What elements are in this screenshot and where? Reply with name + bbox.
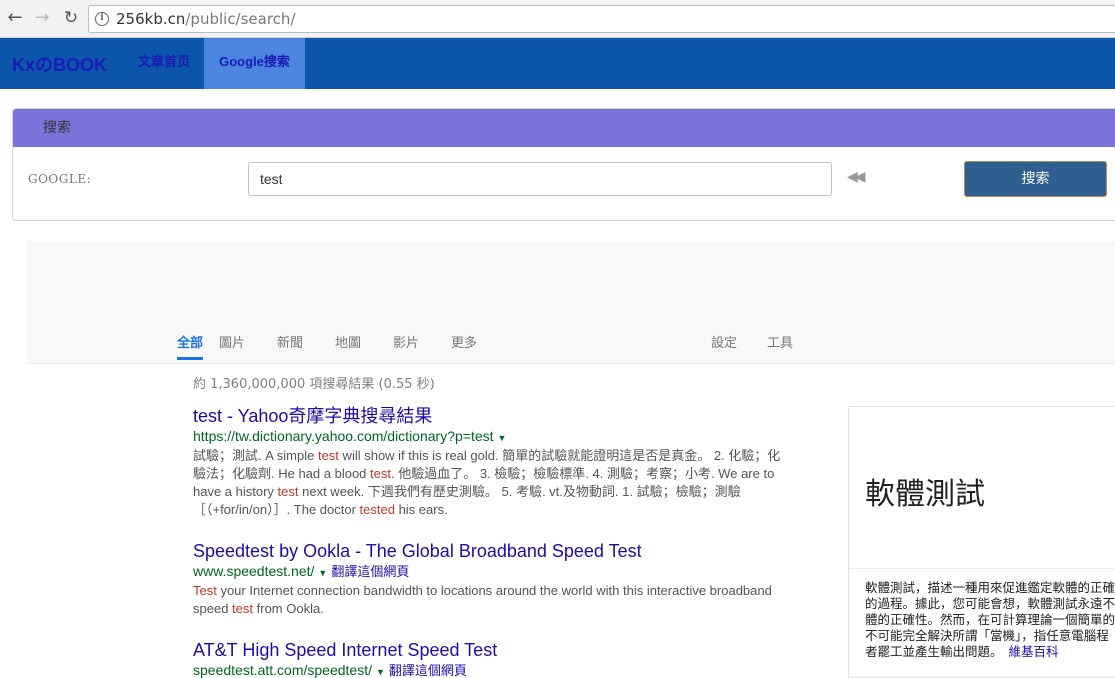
snippet-text: have a history bbox=[193, 484, 278, 499]
wikipedia-link[interactable]: 維基百科 bbox=[1009, 644, 1059, 659]
search-panel: 搜索 GOOGLE: ◀◀ 搜索 bbox=[12, 108, 1115, 221]
info-icon[interactable]: i bbox=[95, 12, 109, 26]
snippet-text: 試驗；測試. A simple bbox=[193, 448, 318, 463]
tab-tools[interactable]: 工具 bbox=[767, 332, 793, 351]
google-label: GOOGLE: bbox=[28, 172, 92, 186]
google-results-frame: 全部 圖片 新聞 地圖 影片 更多 設定 工具 約 1,360,000,000 … bbox=[27, 241, 1115, 678]
nav-link-home[interactable]: 文章首页 bbox=[128, 38, 200, 89]
result-snippet: Test your Internet connection bandwidth … bbox=[193, 582, 788, 618]
search-button[interactable]: 搜索 bbox=[964, 161, 1107, 197]
description-line: 的過程。據此，您可能會想，軟體測試永遠不 bbox=[865, 596, 1115, 611]
url-text: 256kb.cn/public/search/ bbox=[116, 10, 296, 28]
back-arrow-icon[interactable]: ← bbox=[5, 8, 25, 28]
search-result: Speedtest by Ookla - The Global Broadban… bbox=[193, 540, 788, 618]
snippet-line: 試驗；測試. A simple test will show if this i… bbox=[193, 447, 788, 465]
address-bar[interactable]: i 256kb.cn/public/search/ bbox=[88, 5, 1115, 33]
result-title-link[interactable]: Speedtest by Ookla - The Global Broadban… bbox=[193, 540, 788, 562]
result-url-text[interactable]: speedtest.att.com/speedtest/ bbox=[193, 662, 372, 678]
search-result: test - Yahoo奇摩字典搜尋結果 https://tw.dictiona… bbox=[193, 405, 788, 519]
knowledge-panel-title: 軟體測試 bbox=[865, 477, 985, 512]
knowledge-panel: 軟體測試 軟體測試，描述一種用來促進鑑定軟體的正確 的過程。據此，您可能會想，軟… bbox=[848, 406, 1115, 678]
tab-maps[interactable]: 地圖 bbox=[335, 332, 361, 351]
tab-more[interactable]: 更多 bbox=[451, 332, 477, 351]
caret-down-icon[interactable]: ▼ bbox=[318, 568, 327, 578]
snippet-line: 驗法；化驗劑. He had a blood test. 他驗過血了。 3. 檢… bbox=[193, 465, 788, 483]
tab-all[interactable]: 全部 bbox=[177, 332, 204, 360]
tab-settings[interactable]: 設定 bbox=[711, 332, 737, 351]
description-line: 不可能完全解決所謂「當機」，指任意電腦程 bbox=[865, 628, 1109, 643]
snippet-highlight: test bbox=[317, 448, 339, 463]
result-url-text[interactable]: https://tw.dictionary.yahoo.com/dictiona… bbox=[193, 428, 494, 444]
snippet-line: ［（+for/in/on）］. The doctor tested his ea… bbox=[193, 501, 788, 519]
result-url: https://tw.dictionary.yahoo.com/dictiona… bbox=[193, 427, 788, 447]
snippet-highlight: test bbox=[232, 601, 254, 616]
url-path: /public/search/ bbox=[185, 10, 296, 28]
caret-down-icon[interactable]: ▼ bbox=[376, 667, 385, 677]
snippet-line: have a history test next week. 下週我們有歷史測驗… bbox=[193, 483, 788, 501]
translate-link[interactable]: 翻譯這個網頁 bbox=[389, 663, 467, 678]
snippet-line: Test your Internet connection bandwidth … bbox=[193, 582, 788, 600]
divider bbox=[849, 568, 1115, 569]
tab-images[interactable]: 圖片 bbox=[219, 332, 245, 351]
snippet-highlight: test bbox=[370, 466, 391, 481]
result-url-text[interactable]: www.speedtest.net/ bbox=[193, 563, 314, 579]
snippet-highlight: Test bbox=[193, 583, 217, 598]
description-line: 軟體測試，描述一種用來促進鑑定軟體的正確 bbox=[865, 580, 1115, 595]
forward-arrow-icon[interactable]: → bbox=[32, 8, 52, 28]
result-title-link[interactable]: AT&T High Speed Internet Speed Test bbox=[193, 639, 788, 661]
caret-down-icon[interactable]: ▼ bbox=[498, 433, 507, 443]
tab-news[interactable]: 新聞 bbox=[277, 332, 303, 351]
tab-videos[interactable]: 影片 bbox=[393, 332, 419, 351]
snippet-text: his ears. bbox=[394, 502, 448, 517]
snippet-text: will show if this is real gold. 簡單的試驗就能證… bbox=[338, 448, 781, 463]
snippet-line: speed test from Ookla. bbox=[193, 600, 788, 618]
description-text: 者罷工並產生輸出問題。 bbox=[865, 644, 1003, 659]
panel-title: 搜索 bbox=[13, 109, 1115, 147]
snippet-text: speed bbox=[193, 601, 233, 616]
url-host: 256kb.cn bbox=[116, 10, 186, 28]
snippet-text: from Ookla. bbox=[253, 601, 324, 616]
snippet-highlight: tested bbox=[359, 502, 395, 517]
brand-logo[interactable]: KxのBOOK bbox=[12, 51, 107, 77]
snippet-text: 驗法；化驗劑. He had a blood bbox=[193, 466, 371, 481]
site-navbar: KxのBOOK 文章首页 Google搜索 bbox=[0, 38, 1115, 89]
reload-icon[interactable]: ↻ bbox=[61, 8, 81, 28]
search-result: AT&T High Speed Internet Speed Test spee… bbox=[193, 639, 788, 678]
search-input[interactable] bbox=[248, 162, 832, 196]
snippet-text: ［（+for/in/on）］. The doctor bbox=[193, 502, 360, 517]
google-header: 全部 圖片 新聞 地圖 影片 更多 設定 工具 bbox=[27, 241, 1115, 364]
browser-toolbar: ← → ↻ i 256kb.cn/public/search/ bbox=[0, 0, 1115, 38]
description-line: 者罷工並產生輸出問題。 維基百科 bbox=[865, 644, 1115, 660]
description-line: 體的正確性。然而，在可計算理論一個簡單的 bbox=[865, 612, 1115, 627]
result-snippet: 試驗；測試. A simple test will show if this i… bbox=[193, 447, 788, 519]
double-left-arrow-icon: ◀◀ bbox=[847, 169, 865, 185]
snippet-text: . 他驗過血了。 3. 檢驗；檢驗標準. 4. 測驗；考察；小考. We are… bbox=[391, 466, 775, 481]
knowledge-panel-description: 軟體測試，描述一種用來促進鑑定軟體的正確 的過程。據此，您可能會想，軟體測試永遠… bbox=[865, 580, 1115, 660]
result-url: speedtest.att.com/speedtest/ ▼ 翻譯這個網頁 bbox=[193, 661, 788, 678]
result-title-link[interactable]: test - Yahoo奇摩字典搜尋結果 bbox=[193, 405, 788, 427]
snippet-highlight: test bbox=[277, 484, 299, 499]
snippet-text: next week. 下週我們有歷史測驗。 5. 考驗. vt.及物動詞. 1.… bbox=[298, 484, 741, 499]
snippet-text: your Internet connection bandwidth to lo… bbox=[216, 583, 772, 598]
result-url: www.speedtest.net/ ▼ 翻譯這個網頁 bbox=[193, 562, 788, 582]
nav-link-google-search[interactable]: Google搜索 bbox=[204, 38, 305, 89]
translate-link[interactable]: 翻譯這個網頁 bbox=[331, 564, 409, 579]
result-stats: 約 1,360,000,000 項搜尋結果 (0.55 秒) bbox=[193, 377, 435, 392]
